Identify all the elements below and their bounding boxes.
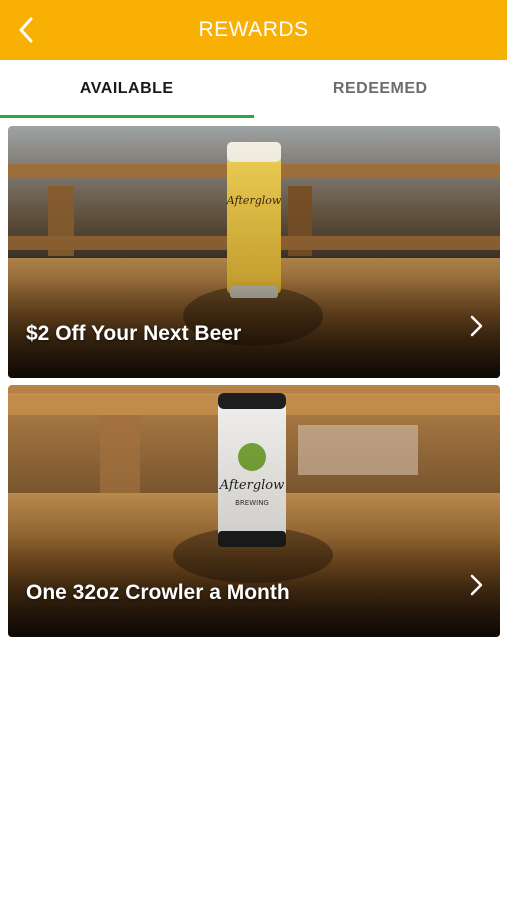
reward-card-beer[interactable]: Afterglow $2 Off Your Next Beer bbox=[8, 126, 500, 378]
chevron-left-icon bbox=[19, 17, 33, 43]
reward-tabs: AVAILABLE REDEEMED bbox=[0, 60, 507, 118]
reward-card-crowler[interactable]: Afterglow BREWING One 32oz Crowler a Mon… bbox=[8, 385, 500, 637]
reward-title: $2 Off Your Next Beer bbox=[26, 322, 242, 345]
active-tab-indicator bbox=[0, 115, 254, 118]
back-button[interactable] bbox=[8, 12, 44, 48]
app-header: REWARDS bbox=[0, 0, 507, 60]
tab-available[interactable]: AVAILABLE bbox=[0, 60, 254, 118]
chevron-right-icon bbox=[470, 315, 483, 337]
tab-available-label: AVAILABLE bbox=[79, 80, 174, 97]
tab-redeemed-label: REDEEMED bbox=[332, 80, 428, 97]
chevron-right-icon bbox=[470, 574, 483, 596]
reward-title: One 32oz Crowler a Month bbox=[26, 581, 290, 604]
page-title: REWARDS bbox=[198, 18, 309, 41]
tab-redeemed[interactable]: REDEEMED bbox=[254, 60, 507, 118]
